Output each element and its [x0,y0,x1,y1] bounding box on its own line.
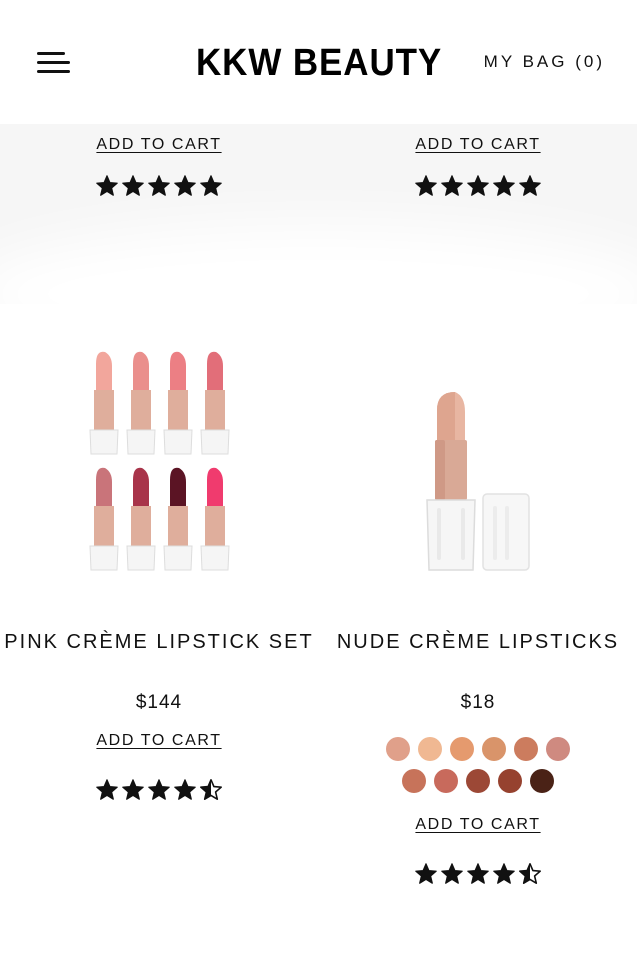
lipstick-illustration [200,467,230,571]
star-full-icon [121,174,145,198]
star-full-icon [414,174,438,198]
menu-bar-middle [37,61,70,64]
star-full-icon [492,862,516,886]
product-card-prev-1: ADD TO CART [0,124,318,203]
lipstick-illustration [126,467,156,571]
star-full-icon [414,862,438,886]
menu-bar-top [37,52,65,55]
shade-swatch[interactable] [418,737,442,761]
shade-swatch[interactable] [434,769,458,793]
star-half-icon [199,778,223,802]
star-rating [95,778,223,802]
product-card-pink-creme-set: PINK CRÈME LIPSTICK SET $144 ADD TO CART [0,304,318,824]
star-full-icon [95,174,119,198]
brand-logo[interactable]: KKW BEAUTY [196,42,441,85]
shade-swatch[interactable] [546,737,570,761]
lipstick-illustration [126,351,156,455]
previous-products-row: ADD TO CART ADD TO CART [0,124,637,304]
star-rating [414,174,542,198]
my-bag-link[interactable]: MY BAG (0) [484,52,605,72]
product-card-nude-cremes: NUDE CRÈME LIPSTICKS $18 ADD TO CART [319,304,637,924]
shade-swatch[interactable] [514,737,538,761]
star-full-icon [121,778,145,802]
menu-bar-bottom [37,70,70,73]
star-full-icon [518,174,542,198]
lipstick-illustration [163,351,193,455]
shade-swatch[interactable] [450,737,474,761]
site-header: KKW BEAUTY MY BAG (0) [0,0,637,124]
star-full-icon [173,174,197,198]
shade-swatches-row-2 [319,769,637,793]
lipstick-illustration [200,351,230,455]
star-full-icon [440,174,464,198]
star-full-icon [173,778,197,802]
product-image-lipstick-set[interactable] [80,344,246,574]
add-to-cart-button[interactable]: ADD TO CART [96,732,221,750]
hamburger-menu-icon[interactable] [34,48,74,78]
product-image-nude-lipstick[interactable] [419,384,539,574]
star-full-icon [492,174,516,198]
product-name[interactable]: NUDE CRÈME LIPSTICKS [319,632,637,653]
shade-swatch[interactable] [466,769,490,793]
star-half-icon [518,862,542,886]
star-full-icon [466,862,490,886]
shade-swatch[interactable] [530,769,554,793]
star-full-icon [95,778,119,802]
add-to-cart-button[interactable]: ADD TO CART [96,136,221,154]
star-rating [414,862,542,886]
shade-swatches-row-1 [319,737,637,761]
star-full-icon [147,778,171,802]
shade-swatch[interactable] [482,737,506,761]
star-full-icon [199,174,223,198]
lipstick-illustration [89,467,119,571]
star-full-icon [440,862,464,886]
lipstick-illustration [89,351,119,455]
add-to-cart-button[interactable]: ADD TO CART [415,136,540,154]
star-full-icon [466,174,490,198]
product-price: $144 [135,692,183,713]
product-price: $18 [460,692,496,713]
add-to-cart-button[interactable]: ADD TO CART [415,816,540,834]
star-rating [95,174,223,198]
product-card-prev-2: ADD TO CART [319,124,637,203]
shade-swatch[interactable] [402,769,426,793]
lipstick-illustration [163,467,193,571]
shade-swatch[interactable] [498,769,522,793]
star-full-icon [147,174,171,198]
product-listing-page: KKW BEAUTY MY BAG (0) ADD TO CART ADD TO… [0,0,637,974]
product-name[interactable]: PINK CRÈME LIPSTICK SET [0,632,318,653]
shade-swatch[interactable] [386,737,410,761]
